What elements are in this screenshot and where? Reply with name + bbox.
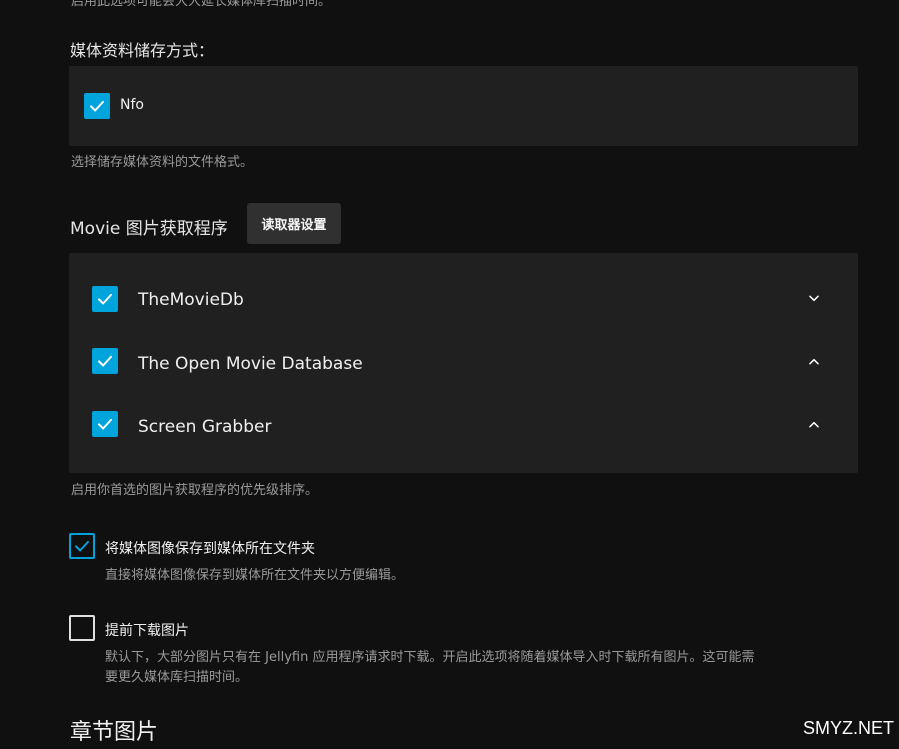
themoviedb-checkbox[interactable] <box>92 286 118 312</box>
save-local-checkbox[interactable] <box>69 533 95 559</box>
open-movie-database-checkbox[interactable] <box>92 348 118 374</box>
nfo-checkbox[interactable] <box>84 93 110 119</box>
watermark: SMYZ.NET <box>803 718 895 738</box>
download-images-checkbox[interactable] <box>69 615 95 641</box>
fetcher-item-open-movie-database: The Open Movie Database <box>69 337 858 391</box>
metadata-savers-help: 选择储存媒体资料的文件格式。 <box>71 155 254 170</box>
screen-grabber-checkbox[interactable] <box>92 411 118 437</box>
open-movie-database-label: The Open Movie Database <box>138 354 363 374</box>
metadata-savers-label: 媒体资料储存方式： <box>70 41 215 60</box>
download-images-label: 提前下载图片 <box>105 623 189 639</box>
download-images-help: 默认下，大部分图片只有在 Jellyfin 应用程序请求时下载。开启此选项将随着… <box>105 648 865 688</box>
move-up-button[interactable] <box>805 416 823 434</box>
check-icon <box>90 100 104 112</box>
image-fetchers-label: Movie 图片获取程序 <box>70 219 228 239</box>
image-fetchers-help: 启用你首选的图片获取程序的优先级排序。 <box>71 483 319 498</box>
save-local-label: 将媒体图像保存到媒体所在文件夹 <box>105 541 315 557</box>
check-icon <box>98 418 112 430</box>
chapter-images-heading: 章节图片 <box>70 720 159 745</box>
themoviedb-label: TheMovieDb <box>138 290 244 310</box>
fetcher-settings-button[interactable]: 读取器设置 <box>247 203 341 244</box>
move-down-button[interactable] <box>805 289 823 307</box>
fetcher-item-screen-grabber: Screen Grabber <box>69 400 858 454</box>
nfo-label: Nfo <box>120 97 144 113</box>
fetcher-item-themoviedb: TheMovieDb <box>69 273 858 327</box>
chevron-up-icon <box>809 358 819 365</box>
chevron-down-icon <box>809 295 819 302</box>
save-local-help: 直接将媒体图像保存到媒体所在文件夹以方便编辑。 <box>105 568 405 583</box>
check-icon <box>98 355 112 367</box>
download-images-help-line1: 默认下，大部分图片只有在 Jellyfin 应用程序请求时下载。开启此选项将随着… <box>105 650 755 665</box>
image-fetchers-panel: TheMovieDb The Open Movie Database Scree… <box>69 253 858 473</box>
chevron-up-icon <box>809 421 819 428</box>
move-up-button[interactable] <box>805 353 823 371</box>
download-images-help-line2: 要更久媒体库扫描时间。 <box>105 670 249 685</box>
check-icon <box>98 293 112 305</box>
top-cut-help-text: 启用此选项可能会大大延长媒体库扫描时间。 <box>71 0 332 9</box>
screen-grabber-label: Screen Grabber <box>138 417 272 437</box>
metadata-savers-panel: Nfo <box>69 66 858 146</box>
check-icon <box>75 540 89 552</box>
